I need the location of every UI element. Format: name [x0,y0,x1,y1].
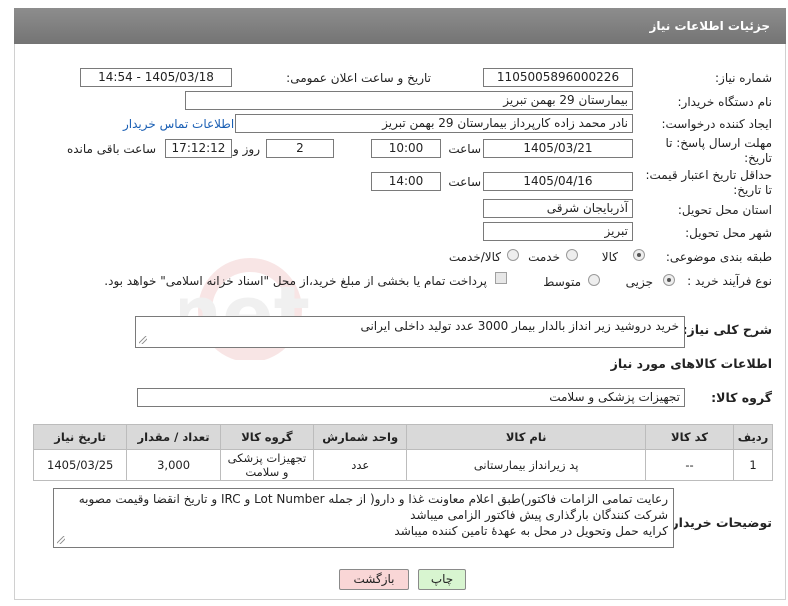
need-number-field: 1105005896000226 [483,68,633,87]
print-button[interactable]: چاپ [418,569,466,590]
buyer-note-line: کرایه حمل وتحویل در محل به عهدهٔ تامین ک… [394,524,668,538]
cell-group: تجهیزات پزشکی و سلامت [219,449,315,481]
cell-code: -- [644,449,735,481]
buyer-note-line: رعایت تمامی الزامات فاکتور)طبق اعلام معا… [78,492,668,506]
need-number-label: شماره نیاز: [715,71,772,85]
price-time-label: ساعت [448,175,481,189]
requester-label: ایجاد کننده درخواست: [661,117,772,131]
process-label: نوع فرآیند خرید : [687,274,772,288]
process-radio-medium[interactable] [588,274,600,286]
buyer-org-field: بیمارستان 29 بهمن تبریز [185,91,633,110]
col-unit-header: واحد شمارش [313,424,408,450]
category-option-goods: کالا [601,250,618,264]
buyer-note-line: شرکت کنندگان بارگذاری پیش فاکتور الزامی … [410,508,668,522]
resize-grip-icon[interactable] [139,336,147,344]
city-field: تبریز [483,222,633,241]
process-option-minor: جزیی [625,275,653,289]
buyer-notes-label: توضیحات خریدار: [666,515,772,530]
col-row-header: ردیف [733,424,773,450]
cell-name: پد زیرانداز بیمارستانی [406,449,646,481]
col-code-header: کد کالا [644,424,735,450]
category-option-service: خدمت [528,250,560,264]
buyer-org-label: نام دستگاه خریدار: [677,95,773,109]
summary-textarea[interactable]: خرید دروشید زیر انداز بالدار بیمار 3000 … [135,316,685,348]
cell-date: 1405/03/25 [32,449,128,481]
back-button[interactable]: بازگشت [339,569,409,590]
city-label: شهر محل تحویل: [685,226,772,240]
cell-row: 1 [733,449,773,481]
goods-info-title: اطلاعات کالاهای مورد نیاز [610,356,772,371]
summary-text: خرید دروشید زیر انداز بالدار بیمار 3000 … [360,319,679,333]
days-field: 2 [266,139,334,158]
price-date-field: 1405/04/16 [483,172,633,191]
cell-qty: 3,000 [126,449,221,481]
announce-field: 1405/03/18 - 14:54 [80,68,232,87]
table-row: 1 -- پد زیرانداز بیمارستانی عدد تجهیزات … [32,449,773,481]
resize-grip-icon[interactable] [57,536,65,544]
goods-group-label: گروه کالا: [711,390,772,405]
table-header-row: ردیف کد کالا نام کالا واحد شمارش گروه کا… [32,424,773,450]
items-table: ردیف کد کالا نام کالا واحد شمارش گروه کا… [32,424,773,481]
province-label: استان محل تحویل: [677,203,772,217]
category-radio-service[interactable] [566,249,578,261]
col-name-header: نام کالا [406,424,646,450]
category-radio-goods-service[interactable] [507,249,519,261]
price-validity-label: حداقل تاریخ اعتبار قیمت: تا تاریخ: [645,168,772,197]
panel-header: جزئیات اطلاعات نیاز [14,8,786,44]
buyer-notes-textarea[interactable]: رعایت تمامی الزامات فاکتور)طبق اعلام معا… [53,488,674,548]
col-date-header: تاریخ نیاز [32,424,128,450]
announce-label: تاریخ و ساعت اعلان عمومی: [286,71,431,85]
payment-note: پرداخت تمام یا بخشی از مبلغ خرید،از محل … [104,274,487,288]
summary-label: شرح کلی نیاز: [682,322,772,337]
category-option-goods-service: کالا/خدمت [448,250,501,264]
reply-time-label: ساعت [448,142,481,156]
remaining-label: ساعت باقی مانده [66,142,156,156]
reply-date-field: 1405/03/21 [483,139,633,158]
cell-unit: عدد [313,449,408,481]
reply-time-field: 10:00 [371,139,441,158]
category-radio-goods[interactable] [633,249,645,261]
days-label: روز و [233,142,260,156]
col-group-header: گروه کالا [219,424,315,450]
requester-field: نادر محمد زاده کارپرداز بیمارستان 29 بهم… [235,114,633,133]
buyer-contact-link[interactable]: اطلاعات تماس خریدار [123,117,234,131]
province-field: آذربایجان شرقی [483,199,633,218]
remaining-time-field: 17:12:12 [165,139,232,158]
process-option-medium: متوسط [543,275,581,289]
price-time-field: 14:00 [371,172,441,191]
process-radio-minor[interactable] [663,274,675,286]
col-qty-header: تعداد / مقدار [126,424,221,450]
payment-treasury-checkbox[interactable] [495,272,507,284]
goods-group-field: تجهیزات پزشکی و سلامت [137,388,685,407]
category-label: طبقه بندی موضوعی: [665,250,772,264]
reply-deadline-label: مهلت ارسال پاسخ: تا تاریخ: [665,136,772,165]
